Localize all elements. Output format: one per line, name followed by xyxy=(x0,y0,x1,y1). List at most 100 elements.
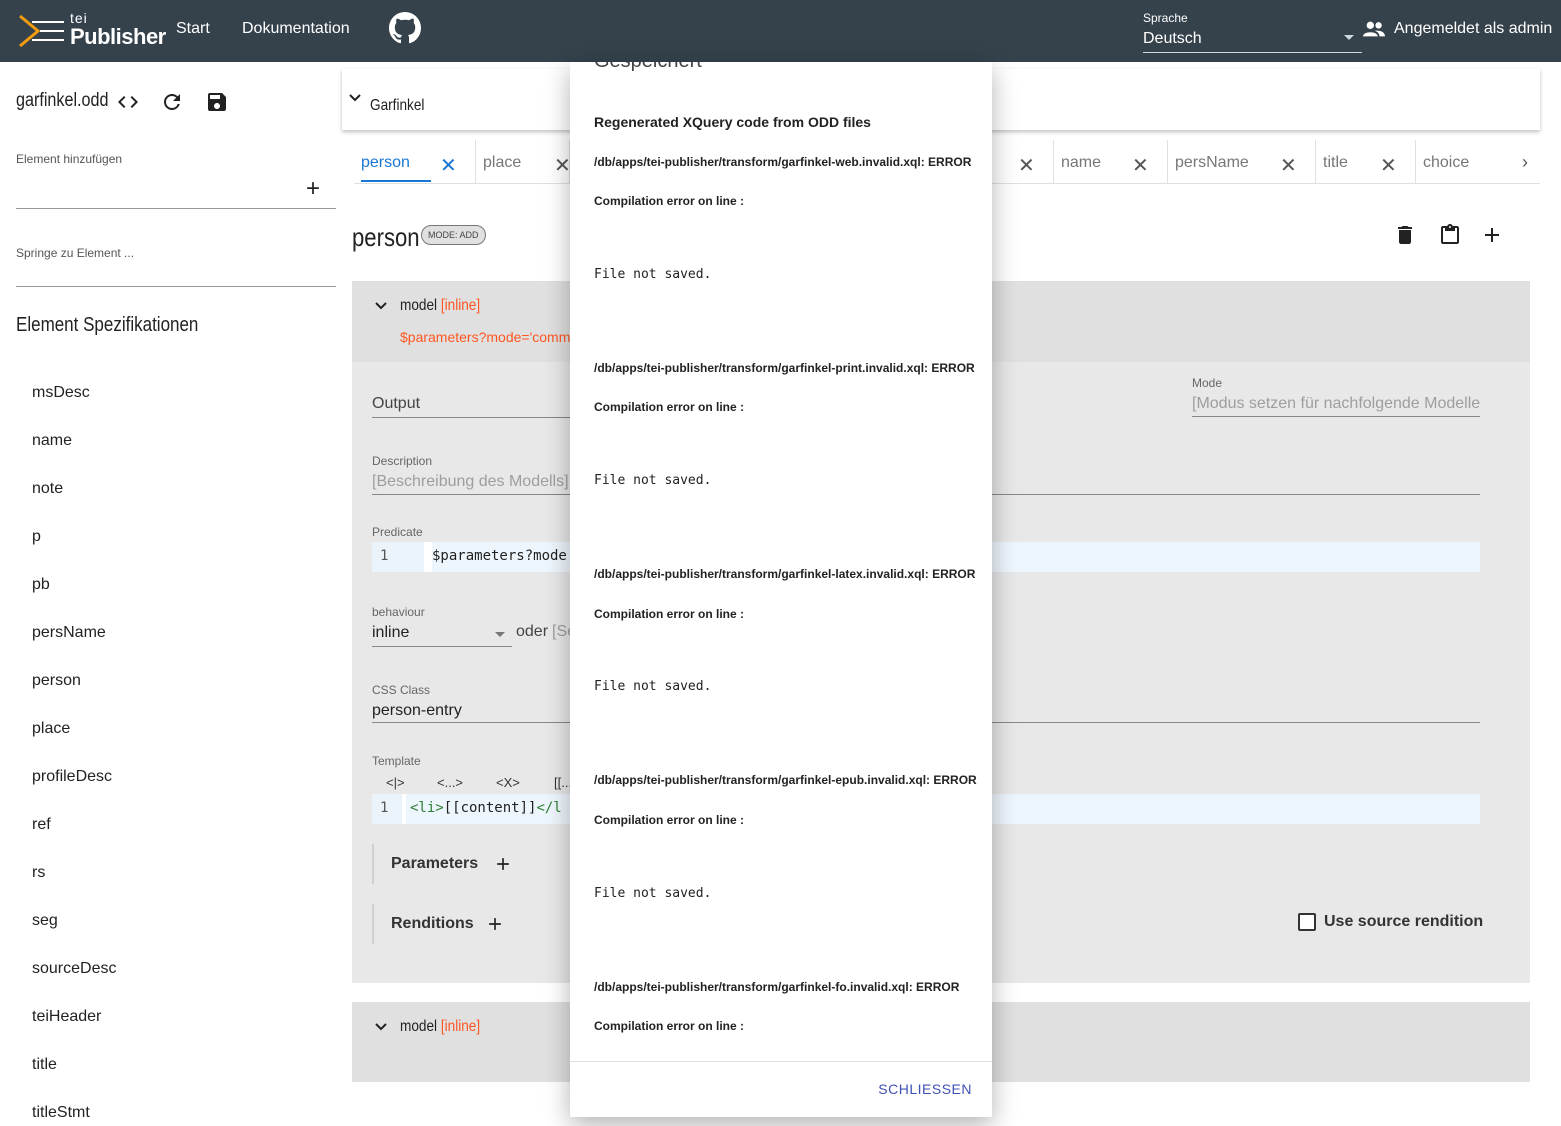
tei-publisher-logo[interactable]: tei Publisher xyxy=(18,10,166,54)
spec-item[interactable]: ref xyxy=(32,816,116,864)
spec-item[interactable]: msDesc xyxy=(32,384,116,432)
element-spec-list: msDesc name note p pb persName person pl… xyxy=(32,384,116,1126)
mode-input[interactable]: [Modus setzen für nachfolgende Modelle xyxy=(1192,395,1480,413)
close-button[interactable]: SCHLIESSEN xyxy=(878,1081,972,1097)
css-class-label: CSS Class xyxy=(372,683,431,697)
accordion-title: Garfinkel xyxy=(370,97,425,114)
app-header: tei Publisher Start Dokumentation Sprach… xyxy=(0,0,1561,62)
line-number: 1 xyxy=(372,794,402,824)
logo-publisher-text: Publisher xyxy=(70,24,166,49)
template-button[interactable]: <...> xyxy=(437,775,463,790)
logo-chevron-icon xyxy=(19,14,64,48)
spec-item[interactable]: name xyxy=(32,432,116,480)
compilation-error: Compilation error on line : xyxy=(594,400,745,414)
tab-persName[interactable]: persName ✕ xyxy=(1168,140,1316,184)
close-icon[interactable]: ✕ xyxy=(1380,153,1397,178)
add-element-button[interactable]: + xyxy=(306,177,320,201)
tab-name[interactable]: name ✕ xyxy=(1054,140,1168,184)
compilation-error: Compilation error on line : xyxy=(594,607,745,621)
language-select[interactable]: Deutsch xyxy=(1143,30,1202,48)
language-label: Sprache xyxy=(1143,11,1188,25)
tab-person[interactable]: person ✕ xyxy=(354,140,476,184)
compilation-error: Compilation error on line : xyxy=(594,1019,745,1033)
add-parameter-icon[interactable] xyxy=(493,854,513,874)
parameters-bar xyxy=(372,844,374,884)
close-icon[interactable]: ✕ xyxy=(1132,153,1149,178)
tab-label: name xyxy=(1061,154,1102,171)
spec-item[interactable]: note xyxy=(32,480,116,528)
output-select[interactable]: Output xyxy=(372,395,420,413)
chevron-down-icon[interactable] xyxy=(374,299,388,313)
tab-choice[interactable]: choice xyxy=(1416,140,1508,184)
chevron-down-icon[interactable] xyxy=(374,1020,388,1034)
mode-underline xyxy=(1192,416,1480,417)
spec-item[interactable]: pb xyxy=(32,576,116,624)
tab-active-indicator xyxy=(361,180,431,182)
save-result-dialog: Gespeichert Regenerated XQuery code from… xyxy=(570,62,992,1117)
spec-item[interactable]: titleStmt xyxy=(32,1104,116,1126)
nav-documentation-link[interactable]: Dokumentation xyxy=(242,20,350,38)
add-element-input[interactable] xyxy=(16,208,336,209)
compilation-error: Compilation error on line : xyxy=(594,194,745,208)
tab-label: place xyxy=(483,154,522,171)
spec-item[interactable]: seg xyxy=(32,912,116,960)
clipboard-icon[interactable] xyxy=(1438,223,1462,247)
dropdown-arrow-icon[interactable] xyxy=(495,632,505,637)
refresh-icon[interactable] xyxy=(160,90,184,114)
use-source-rendition-label: Use source rendition xyxy=(1324,913,1484,930)
spec-item[interactable]: place xyxy=(32,720,116,768)
save-icon[interactable] xyxy=(205,90,229,114)
error-path: /db/apps/tei-publisher/transform/garfink… xyxy=(594,155,972,169)
spec-item[interactable]: title xyxy=(32,1056,116,1104)
code-icon[interactable] xyxy=(116,90,140,114)
description-label: Description xyxy=(372,454,433,468)
css-class-input[interactable]: person-entry xyxy=(372,702,462,720)
line-number: 1 xyxy=(372,542,424,572)
add-rendition-icon[interactable] xyxy=(485,914,505,934)
close-icon[interactable]: ✕ xyxy=(1018,153,1035,178)
renditions-heading: Renditions xyxy=(391,915,474,932)
github-icon[interactable] xyxy=(389,12,421,44)
odd-sidebar: garfinkel.odd Element hinzufügen + Sprin… xyxy=(0,62,346,1126)
error-message: File not saved. xyxy=(594,473,712,488)
template-label: Template xyxy=(372,754,421,768)
template-button[interactable]: <|> xyxy=(386,775,405,790)
behaviour-select[interactable]: inline xyxy=(372,624,409,642)
dialog-footer: SCHLIESSEN xyxy=(570,1061,992,1117)
nav-start-link[interactable]: Start xyxy=(176,20,210,38)
add-model-icon[interactable] xyxy=(1480,223,1504,247)
use-source-rendition-checkbox[interactable] xyxy=(1298,913,1316,931)
logged-in-user[interactable]: Angemeldet als admin xyxy=(1394,20,1552,38)
mode-label: Mode xyxy=(1192,376,1223,390)
behaviour-underline xyxy=(372,646,512,647)
spec-item[interactable]: teiHeader xyxy=(32,1008,116,1056)
spec-item[interactable]: persName xyxy=(32,624,116,672)
mode-badge: MODE: ADD xyxy=(421,225,486,245)
spec-item[interactable]: person xyxy=(32,672,116,720)
jump-to-element-input[interactable] xyxy=(16,286,336,287)
spec-item[interactable]: profileDesc xyxy=(32,768,116,816)
dropdown-arrow-icon[interactable] xyxy=(1344,35,1354,40)
people-icon[interactable] xyxy=(1363,20,1385,38)
dialog-title: Gespeichert xyxy=(594,62,702,73)
delete-icon[interactable] xyxy=(1393,223,1417,247)
tab-label: choice xyxy=(1423,154,1470,171)
close-icon[interactable]: ✕ xyxy=(1280,153,1297,178)
tab-place[interactable]: place ✕ xyxy=(476,140,571,184)
description-input[interactable]: [Beschreibung des Modells] xyxy=(372,473,569,491)
predicate-label: Predicate xyxy=(372,525,423,539)
element-title: person xyxy=(352,222,420,252)
add-element-label: Element hinzufügen xyxy=(16,152,123,166)
template-button[interactable]: <X> xyxy=(496,775,520,790)
close-icon[interactable]: ✕ xyxy=(554,153,571,178)
spec-item[interactable]: rs xyxy=(32,864,116,912)
model-title: model [inline] xyxy=(400,1018,481,1035)
close-icon[interactable]: ✕ xyxy=(440,153,457,178)
element-specs-title: Element Spezifikationen xyxy=(16,314,199,336)
tab-title[interactable]: title ✕ xyxy=(1316,140,1416,184)
chevron-right-icon[interactable]: › xyxy=(1522,152,1528,173)
chevron-down-icon xyxy=(349,94,361,102)
spec-item[interactable]: p xyxy=(32,528,116,576)
spec-item[interactable]: sourceDesc xyxy=(32,960,116,1008)
error-message: File not saved. xyxy=(594,886,712,901)
